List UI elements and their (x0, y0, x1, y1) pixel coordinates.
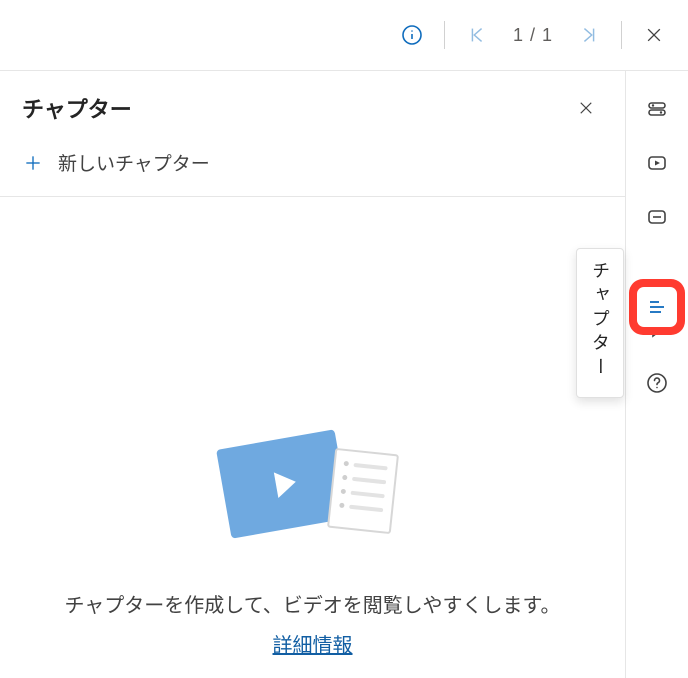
plus-icon (22, 152, 44, 174)
info-icon[interactable] (390, 13, 434, 57)
list-paper-icon (326, 448, 398, 534)
new-chapter-button[interactable]: 新しいチャプター (22, 149, 603, 176)
panel-header: チャプター (0, 71, 625, 133)
empty-state-text: チャプターを作成して、ビデオを閲覧しやすくします。 (65, 589, 561, 623)
toolbar-divider (444, 21, 445, 49)
rail-highlight (629, 279, 685, 335)
right-rail (626, 71, 688, 678)
chapters-panel: チャプター 新しいチャプター (0, 71, 626, 678)
toolbar-divider (621, 21, 622, 49)
more-info-link[interactable]: 詳細情報 (273, 629, 353, 658)
chapters-icon[interactable] (645, 295, 669, 319)
new-chapter-row: 新しいチャプター (0, 133, 625, 197)
rail-help-button[interactable] (637, 363, 677, 403)
rail-tooltip: チャプター (576, 248, 624, 398)
panel-title: チャプター (22, 92, 132, 124)
play-icon (273, 469, 297, 498)
first-page-button[interactable] (455, 13, 499, 57)
panel-close-button[interactable] (569, 91, 603, 125)
new-chapter-label: 新しいチャプター (58, 149, 210, 176)
rail-transcript-button[interactable] (637, 197, 677, 237)
top-toolbar: 1 / 1 (0, 0, 688, 70)
last-page-button[interactable] (567, 13, 611, 57)
close-button[interactable] (632, 13, 676, 57)
empty-illustration (223, 427, 403, 557)
panel-body: チャプターを作成して、ビデオを閲覧しやすくします。 詳細情報 (0, 197, 625, 678)
rail-settings-button[interactable] (637, 89, 677, 129)
rail-video-button[interactable] (637, 143, 677, 183)
page-count: 1 / 1 (499, 25, 567, 46)
